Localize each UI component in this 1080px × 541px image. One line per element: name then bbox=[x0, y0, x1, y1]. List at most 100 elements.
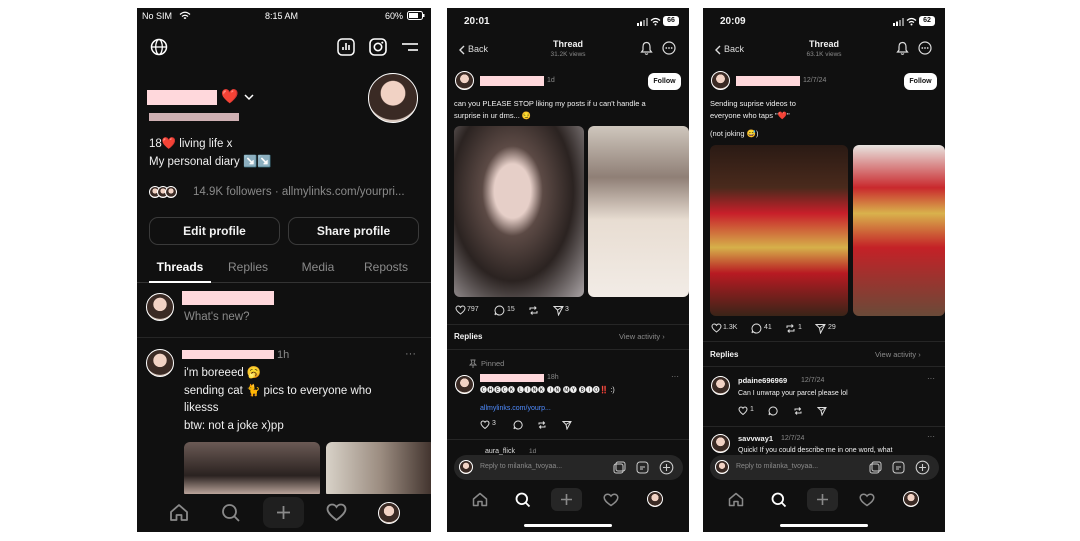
reply-user[interactable]: savvway1 bbox=[738, 434, 773, 443]
reply-input[interactable]: Reply to milanka_tvoyaa... bbox=[736, 463, 818, 470]
reply-input[interactable]: Reply to milanka_tvoyaa... bbox=[480, 463, 562, 470]
more-options-icon[interactable] bbox=[918, 41, 932, 55]
gif-icon[interactable] bbox=[636, 461, 649, 474]
heart-icon[interactable] bbox=[326, 503, 347, 522]
post-photo[interactable] bbox=[710, 145, 848, 316]
bio-line-2: My personal diary ↘️↘️ bbox=[149, 156, 272, 168]
reply-like-count: 1 bbox=[750, 406, 754, 413]
tab-replies[interactable]: Replies bbox=[217, 260, 279, 274]
post-avatar[interactable] bbox=[455, 71, 474, 90]
view-activity-link[interactable]: View activity › bbox=[619, 332, 665, 341]
followers-link[interactable]: 14.9K followers · allmylinks.com/yourpri… bbox=[193, 186, 405, 198]
tab-reposts[interactable]: Reposts bbox=[355, 260, 417, 274]
back-chevron-icon[interactable] bbox=[458, 45, 465, 55]
gallery-icon[interactable] bbox=[869, 461, 882, 474]
search-icon[interactable] bbox=[771, 492, 787, 508]
bell-icon[interactable] bbox=[640, 41, 653, 55]
composer-input[interactable]: What's new? bbox=[184, 311, 249, 323]
home-icon[interactable] bbox=[472, 492, 488, 507]
edit-profile-button[interactable]: Edit profile bbox=[149, 217, 280, 245]
reply-avatar[interactable] bbox=[711, 376, 730, 395]
like-icon[interactable] bbox=[738, 406, 748, 415]
profile-screen: No SIM 8:15 AM 60% ❤️ 18❤️ living life x… bbox=[137, 8, 431, 532]
insights-icon[interactable] bbox=[337, 38, 355, 56]
header-views: 63.1K views bbox=[806, 51, 842, 58]
active-tab-indicator bbox=[149, 281, 211, 283]
repost-icon[interactable] bbox=[785, 323, 796, 334]
post-text-line-1: can you PLEASE STOP liking my posts if u… bbox=[454, 99, 646, 108]
chevron-down-icon[interactable] bbox=[244, 94, 254, 101]
reply-time: 12/7/24 bbox=[801, 377, 825, 384]
share-profile-button[interactable]: Share profile bbox=[288, 217, 419, 245]
follow-button[interactable]: Follow bbox=[648, 73, 681, 90]
add-icon[interactable] bbox=[659, 460, 674, 475]
post-photo[interactable] bbox=[454, 126, 584, 297]
post-photo[interactable] bbox=[853, 145, 945, 316]
reply-user[interactable]: pdaine696969 bbox=[738, 376, 787, 385]
search-icon[interactable] bbox=[221, 503, 241, 523]
like-icon[interactable] bbox=[711, 323, 722, 333]
heart-icon[interactable] bbox=[603, 493, 619, 507]
gallery-icon[interactable] bbox=[613, 461, 626, 474]
home-icon[interactable] bbox=[728, 492, 744, 507]
reply-more-icon[interactable]: ··· bbox=[927, 432, 935, 441]
more-icon[interactable]: ··· bbox=[405, 348, 416, 360]
repost-icon[interactable] bbox=[793, 406, 803, 416]
reply-avatar[interactable] bbox=[455, 375, 474, 394]
post-text-line-1: Sending suprise videos to bbox=[710, 99, 796, 108]
instagram-icon[interactable] bbox=[369, 38, 387, 56]
comment-icon[interactable] bbox=[768, 406, 778, 416]
post-photo[interactable] bbox=[588, 126, 689, 297]
comment-icon[interactable] bbox=[751, 323, 762, 334]
reply-more-icon[interactable]: ··· bbox=[671, 372, 679, 381]
back-chevron-icon[interactable] bbox=[714, 45, 721, 55]
reply-bar-avatar bbox=[715, 460, 729, 474]
follow-button[interactable]: Follow bbox=[904, 73, 937, 90]
bell-icon[interactable] bbox=[896, 41, 909, 55]
nav-profile-avatar[interactable] bbox=[647, 491, 663, 507]
gif-icon[interactable] bbox=[892, 461, 905, 474]
comment-icon[interactable] bbox=[494, 305, 505, 316]
share-icon[interactable] bbox=[815, 323, 826, 334]
nav-profile-avatar[interactable] bbox=[378, 502, 400, 524]
add-icon[interactable] bbox=[915, 460, 930, 475]
heart-icon[interactable] bbox=[859, 493, 875, 507]
repost-icon[interactable] bbox=[537, 420, 547, 430]
post-line-1: i'm boreeed 🥱 bbox=[184, 367, 262, 379]
post-photo[interactable] bbox=[326, 442, 431, 498]
comment-icon[interactable] bbox=[513, 420, 523, 430]
reply-link[interactable]: allmylinks.com/yourp... bbox=[480, 403, 551, 415]
comment-count: 41 bbox=[764, 324, 772, 331]
repost-icon[interactable] bbox=[528, 305, 539, 316]
tab-media[interactable]: Media bbox=[287, 260, 349, 274]
tab-threads[interactable]: Threads bbox=[149, 260, 211, 274]
home-icon[interactable] bbox=[169, 503, 189, 522]
pin-icon bbox=[469, 359, 477, 368]
back-button[interactable]: Back bbox=[724, 44, 744, 54]
profile-avatar[interactable] bbox=[368, 73, 418, 123]
globe-icon[interactable] bbox=[150, 38, 168, 56]
search-icon[interactable] bbox=[515, 492, 531, 508]
share-icon[interactable] bbox=[553, 305, 564, 316]
plus-icon bbox=[277, 506, 290, 519]
post-line-2: sending cat 🐈 pics to everyone who bbox=[184, 385, 372, 397]
post-photo[interactable] bbox=[184, 442, 320, 498]
nav-profile-avatar[interactable] bbox=[903, 491, 919, 507]
like-icon[interactable] bbox=[455, 305, 466, 315]
share-icon[interactable] bbox=[562, 420, 572, 430]
redacted-name bbox=[147, 90, 217, 105]
post-avatar[interactable] bbox=[711, 71, 730, 90]
divider bbox=[447, 324, 689, 325]
reply-more-icon[interactable]: ··· bbox=[927, 374, 935, 383]
header-views: 31.2K views bbox=[550, 51, 586, 58]
view-activity-link[interactable]: View activity › bbox=[875, 350, 921, 359]
reply-avatar[interactable] bbox=[711, 434, 730, 453]
share-icon[interactable] bbox=[817, 406, 827, 416]
more-options-icon[interactable] bbox=[662, 41, 676, 55]
like-icon[interactable] bbox=[480, 420, 490, 429]
status-time: 20:09 bbox=[720, 16, 746, 27]
back-button[interactable]: Back bbox=[468, 44, 488, 54]
menu-icon[interactable] bbox=[401, 40, 419, 54]
thread-screen-1: 20:01 66 Back Thread 31.2K views 1d Foll… bbox=[447, 8, 689, 532]
post-avatar[interactable] bbox=[146, 349, 174, 377]
